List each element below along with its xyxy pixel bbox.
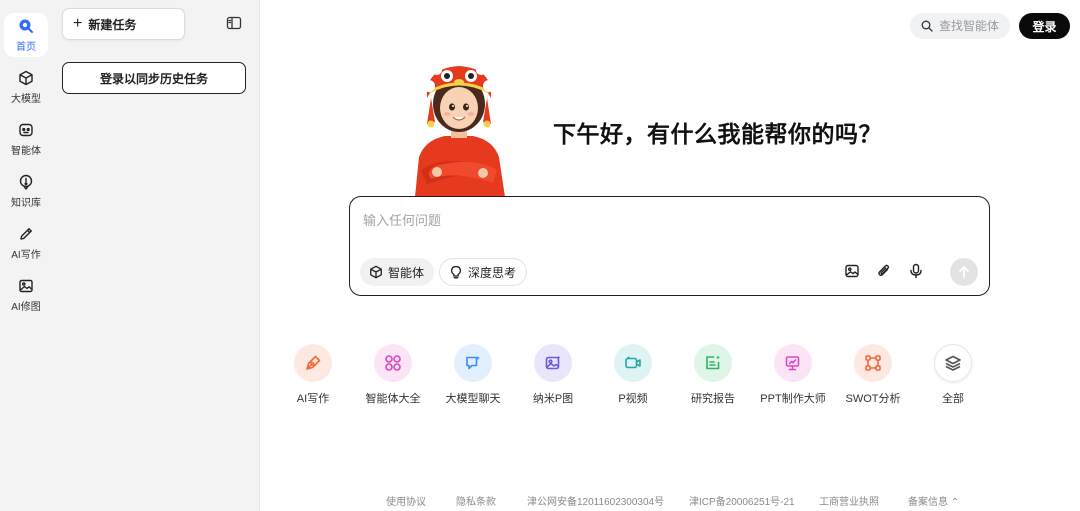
shortcut-swot[interactable]: SWOT分析 — [833, 344, 913, 406]
cube-icon — [17, 69, 35, 87]
rail-item-label: 智能体 — [11, 146, 41, 157]
shortcut-circle — [374, 344, 412, 382]
pencil-icon — [17, 225, 35, 243]
shortcut-circle — [294, 344, 332, 382]
robot-icon — [17, 121, 35, 139]
mascot-illustration — [405, 62, 513, 197]
rail-item-knowledge[interactable]: 知识库 — [4, 169, 48, 213]
presentation-icon — [784, 354, 802, 372]
swot-icon — [864, 354, 882, 372]
history-panel: + 新建任务 登录以同步历史任务 — [52, 0, 260, 511]
question-input[interactable] — [363, 209, 963, 231]
search-icon — [921, 20, 933, 32]
rail-item-label: 大模型 — [11, 94, 41, 105]
image-icon — [17, 277, 35, 295]
agent-mode-chip[interactable]: 智能体 — [360, 258, 435, 286]
pen-nib-icon — [304, 354, 322, 372]
rail-item-models[interactable]: 大模型 — [4, 65, 48, 109]
shortcut-circle — [614, 344, 652, 382]
shortcut-ppt-master[interactable]: PPT制作大师 — [753, 344, 833, 406]
shortcut-circle — [534, 344, 572, 382]
agent-search-input[interactable] — [939, 19, 1005, 33]
rail-item-agents[interactable]: 智能体 — [4, 117, 48, 161]
left-rail: 首页 大模型 智能体 知识库 AI写作 AI修图 — [0, 0, 52, 511]
rail-item-home[interactable]: 首页 — [4, 13, 48, 57]
deep-think-chip[interactable]: 深度思考 — [439, 258, 528, 286]
apps-grid-icon — [384, 354, 402, 372]
greeting-heading: 下午好，有什么我能帮你的吗？ — [553, 121, 882, 147]
rail-item-label: 首页 — [16, 42, 36, 53]
shortcut-circle — [774, 344, 812, 382]
agent-search-box[interactable] — [910, 13, 1010, 39]
shortcut-llm-chat[interactable]: 大模型聊天 — [433, 344, 513, 406]
shortcut-label: 全部 — [942, 393, 964, 405]
lightbulb-icon — [449, 265, 463, 279]
rail-item-label: AI修图 — [11, 302, 41, 313]
shortcut-circle — [454, 344, 492, 382]
home-icon — [17, 17, 35, 35]
chat-bubble-icon — [464, 354, 482, 372]
footer-link-police-record[interactable]: 津公网安备12011602300304号 — [527, 493, 664, 508]
shortcut-research-report[interactable]: 研究报告 — [673, 344, 753, 406]
new-task-label: 新建任务 — [88, 17, 137, 32]
footer-link-terms[interactable]: 使用协议 — [386, 493, 426, 508]
cube-icon — [369, 265, 383, 279]
rail-item-label: 知识库 — [11, 198, 41, 209]
shortcut-label: PPT制作大师 — [760, 393, 826, 405]
new-task-button[interactable]: + 新建任务 — [62, 8, 185, 40]
video-icon — [624, 354, 642, 372]
photo-edit-icon — [544, 354, 562, 372]
shortcut-circle — [694, 344, 732, 382]
shortcut-agent-directory[interactable]: 智能体大全 — [353, 344, 433, 406]
shortcut-label: P视频 — [618, 393, 648, 405]
deep-think-label: 深度思考 — [468, 265, 517, 280]
shortcut-circle — [934, 344, 972, 382]
footer-link-icp[interactable]: 津ICP备20006251号-21 — [689, 493, 795, 508]
shortcut-p-video[interactable]: P视频 — [593, 344, 673, 406]
footer-link-business-license[interactable]: 工商营业执照 — [819, 493, 879, 508]
app-root: 首页 大模型 智能体 知识库 AI写作 AI修图 + 新建任务 登录以同步历史任… — [0, 0, 1080, 511]
attachment-icon[interactable] — [876, 263, 892, 279]
login-button[interactable]: 登录 — [1019, 13, 1070, 39]
footer-link-privacy[interactable]: 隐私条款 — [456, 493, 496, 508]
microphone-icon[interactable] — [908, 263, 924, 279]
shortcut-nano-photo[interactable]: 纳米P图 — [513, 344, 593, 406]
rail-item-label: AI写作 — [11, 250, 41, 261]
chat-input-card: 智能体 深度思考 — [349, 196, 990, 296]
shortcut-all[interactable]: 全部 — [913, 344, 993, 406]
arrow-up-icon — [957, 265, 971, 279]
shortcut-label: 智能体大全 — [365, 393, 421, 405]
plus-icon: + — [73, 15, 83, 32]
rail-item-ai-photo[interactable]: AI修图 — [4, 273, 48, 317]
sidebar-collapse-icon[interactable] — [226, 15, 242, 31]
report-icon — [704, 354, 722, 372]
footer-link-filing-info[interactable]: 备案信息 ⌃ — [908, 493, 959, 508]
image-upload-icon[interactable] — [844, 263, 860, 279]
shortcut-circle — [854, 344, 892, 382]
agent-mode-label: 智能体 — [388, 265, 425, 280]
shortcut-ai-writing[interactable]: AI写作 — [273, 344, 353, 406]
login-sync-button[interactable]: 登录以同步历史任务 — [62, 62, 246, 94]
shortcut-label: 大模型聊天 — [445, 393, 501, 405]
knowledge-icon — [17, 173, 35, 191]
shortcut-label: 研究报告 — [691, 393, 735, 405]
rail-item-ai-writing[interactable]: AI写作 — [4, 221, 48, 265]
shortcut-label: AI写作 — [296, 393, 330, 405]
send-button[interactable] — [950, 258, 978, 286]
shortcut-label: 纳米P图 — [532, 393, 574, 405]
shortcut-label: SWOT分析 — [845, 393, 901, 405]
layers-icon — [944, 354, 962, 372]
